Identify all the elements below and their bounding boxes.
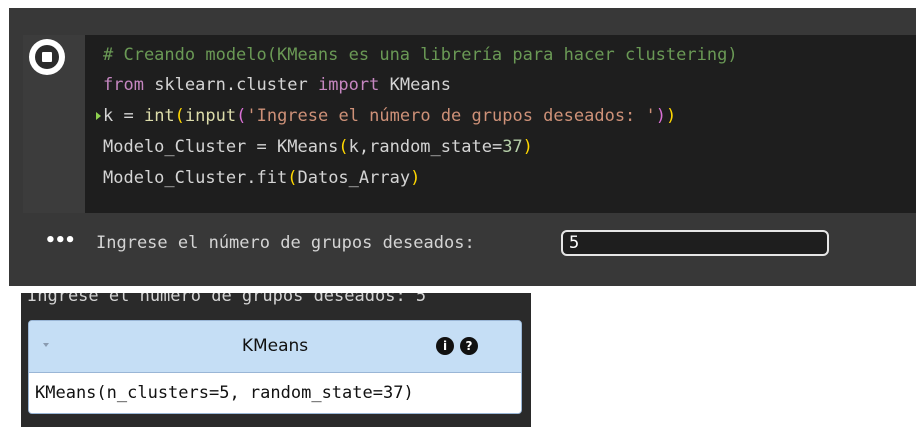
code-line[interactable]: Modelo_Cluster.fit(Datos_Array) (103, 165, 420, 191)
code-editor[interactable]: # Creando modelo(KMeans es una librería … (85, 35, 916, 213)
code-token: 37 (502, 137, 523, 157)
stop-execution-button[interactable] (29, 39, 65, 75)
code-token: input (184, 106, 237, 126)
estimator-header[interactable]: KMeans i ? (29, 321, 521, 372)
code-line[interactable]: k = int(input('Ingrese el número de grup… (96, 103, 677, 129)
code-token: ) (522, 137, 533, 157)
code-token: ( (287, 168, 298, 188)
estimator-widget: KMeans i ? KMeans(n_clusters=5, random_s… (28, 320, 522, 414)
code-line[interactable]: Modelo_Cluster = KMeans(k,random_state=3… (103, 134, 533, 160)
cursor-caret-icon (96, 112, 101, 120)
cell-gutter (23, 35, 85, 213)
printed-output-text: Ingrese el número de grupos deseados: 5 (27, 293, 427, 306)
code-token: import (317, 75, 380, 95)
input-prompt-label: Ingrese el número de grupos deseados: (96, 233, 475, 253)
code-token: ( (338, 137, 349, 157)
code-token: ) (655, 106, 667, 126)
info-icon[interactable]: i (436, 337, 454, 355)
code-token: ( (236, 106, 247, 126)
input-prompt-field[interactable] (561, 230, 829, 256)
code-token: k = (103, 106, 144, 126)
estimator-body: KMeans(n_clusters=5, random_state=37) (29, 372, 521, 413)
help-icon[interactable]: ? (460, 337, 478, 355)
code-token: ) (666, 106, 677, 126)
code-token: sklearn.cluster (143, 75, 318, 95)
code-line[interactable]: # Creando modelo(KMeans es una librería … (103, 42, 738, 68)
code-token: Datos_Array (297, 168, 411, 188)
code-token: 'Ingrese el número de grupos deseados: ' (246, 106, 656, 126)
code-token: ) (410, 168, 421, 188)
code-token: Modelo_Cluster.fit (103, 168, 288, 188)
code-token: from (103, 75, 144, 95)
notebook-cell: # Creando modelo(KMeans es una librería … (9, 8, 916, 286)
cell-output: ••• Ingrese el número de grupos deseados… (9, 214, 916, 274)
ellipsis-icon[interactable]: ••• (45, 232, 75, 250)
code-token: int (143, 106, 175, 126)
code-line[interactable]: from sklearn.cluster import KMeans (103, 72, 451, 98)
stop-icon (35, 45, 59, 69)
code-token: ( (174, 106, 185, 126)
code-token: # Creando modelo(KMeans es una librería … (103, 45, 738, 65)
output-area: Ingrese el número de grupos deseados: 5 … (21, 293, 531, 427)
code-token: k,random_state= (348, 137, 503, 157)
estimator-params: KMeans(n_clusters=5, random_state=37) (35, 383, 414, 403)
code-token: Modelo_Cluster = KMeans (103, 137, 339, 157)
code-token: KMeans (379, 75, 452, 95)
